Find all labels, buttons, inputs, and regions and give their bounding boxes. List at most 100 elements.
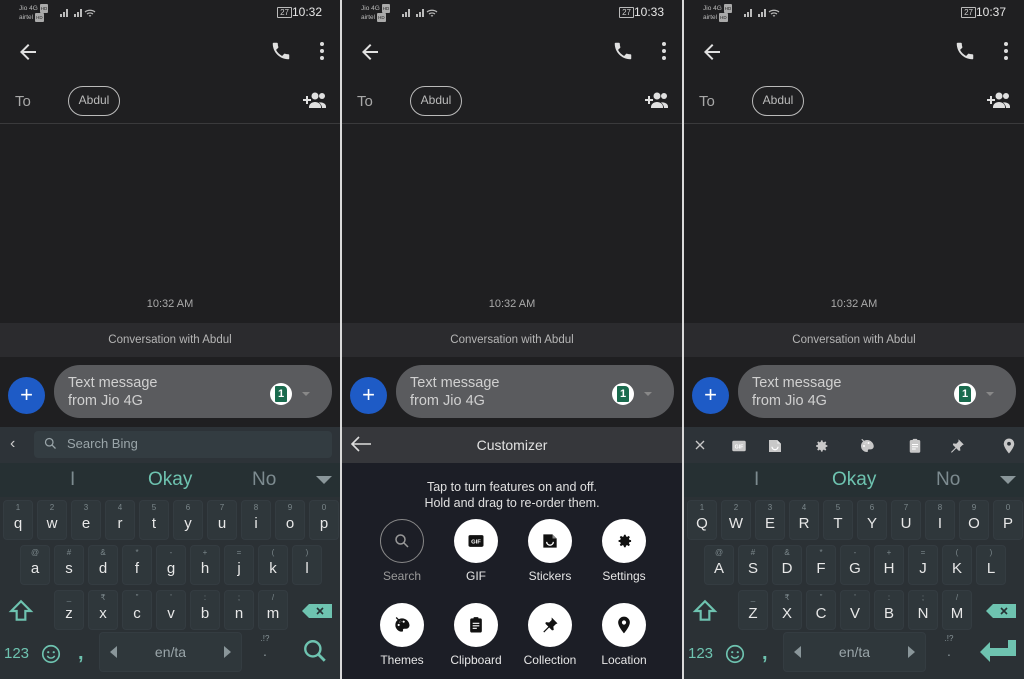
key-k[interactable]: (k	[258, 545, 288, 585]
gear-icon[interactable]	[812, 437, 832, 455]
comma-key[interactable]: ,	[762, 642, 768, 665]
recipient-chip[interactable]: Abdul	[752, 86, 804, 116]
shift-key[interactable]	[692, 598, 718, 624]
key-j[interactable]: = j	[224, 545, 254, 585]
key-G[interactable]: -G	[840, 545, 870, 585]
phone-icon[interactable]	[954, 40, 976, 62]
key-C[interactable]: " C	[806, 590, 836, 630]
key-E[interactable]: 3E	[755, 500, 785, 540]
key-m[interactable]: / m	[258, 590, 288, 630]
key-Y[interactable]: 6Y	[857, 500, 887, 540]
suggestion-1[interactable]: I	[754, 469, 759, 491]
attach-plus-button[interactable]: +	[350, 377, 387, 414]
suggestion-1[interactable]: I	[70, 469, 75, 491]
key-q[interactable]: 1q	[3, 500, 33, 540]
key-O[interactable]: 9O	[959, 500, 989, 540]
feature-stickers[interactable]: Stickers	[510, 519, 590, 583]
numbers-key[interactable]: 123	[4, 645, 29, 662]
key-r[interactable]: 4r	[105, 500, 135, 540]
key-P[interactable]: 0P	[993, 500, 1023, 540]
key-U[interactable]: 7U	[891, 500, 921, 540]
key-b[interactable]: :b	[190, 590, 220, 630]
numbers-key[interactable]: 123	[688, 645, 713, 662]
key-L[interactable]: ) L	[976, 545, 1006, 585]
back-arrow-icon[interactable]	[700, 40, 724, 64]
key-g[interactable]: -g	[156, 545, 186, 585]
key-t[interactable]: 5t	[139, 500, 169, 540]
bing-search-input[interactable]: Search Bing	[34, 431, 332, 458]
back-arrow-icon[interactable]	[16, 40, 40, 64]
key-X[interactable]: ₹ X	[772, 590, 802, 630]
feature-themes[interactable]: Themes	[362, 603, 442, 667]
attach-plus-button[interactable]: +	[692, 377, 729, 414]
key-I[interactable]: 8I	[925, 500, 955, 540]
key-h[interactable]: + h	[190, 545, 220, 585]
add-people-icon[interactable]	[644, 90, 670, 110]
pin-icon[interactable]	[948, 437, 968, 455]
message-input[interactable]: Text message from Jio 4G 1	[738, 365, 1016, 418]
more-vert-icon[interactable]	[660, 40, 668, 62]
key-V[interactable]: ' V	[840, 590, 870, 630]
chevron-down-icon[interactable]	[986, 392, 994, 396]
key-D[interactable]: & D	[772, 545, 802, 585]
key-x[interactable]: ₹ x	[88, 590, 118, 630]
backspace-key[interactable]	[986, 604, 1016, 618]
add-people-icon[interactable]	[986, 90, 1012, 110]
recipient-chip[interactable]: Abdul	[410, 86, 462, 116]
clipboard-icon[interactable]	[906, 437, 926, 455]
key-p[interactable]: 0p	[309, 500, 339, 540]
key-v[interactable]: ' v	[156, 590, 186, 630]
feature-gif[interactable]: GIF GIF	[436, 519, 516, 583]
emoji-key[interactable]	[724, 643, 746, 665]
key-A[interactable]: @ A	[704, 545, 734, 585]
chevron-left-icon[interactable]: ‹	[10, 435, 15, 453]
key-f[interactable]: * f	[122, 545, 152, 585]
key-T[interactable]: 5T	[823, 500, 853, 540]
sim-selector-button[interactable]: 1	[954, 383, 976, 405]
key-i[interactable]: 8i	[241, 500, 271, 540]
key-H[interactable]: + H	[874, 545, 904, 585]
punctuation-key[interactable]: .!?.	[252, 634, 278, 670]
expand-suggestions-icon[interactable]	[1000, 476, 1016, 484]
feature-search[interactable]: Search	[362, 519, 442, 583]
feature-settings[interactable]: Settings	[584, 519, 664, 583]
key-K[interactable]: (K	[942, 545, 972, 585]
emoji-key[interactable]	[40, 643, 62, 665]
sticker-icon[interactable]	[766, 437, 786, 455]
key-d[interactable]: & d	[88, 545, 118, 585]
chevron-down-icon[interactable]	[302, 392, 310, 396]
key-M[interactable]: / M	[942, 590, 972, 630]
key-B[interactable]: :B	[874, 590, 904, 630]
spacebar[interactable]: en/ta	[783, 632, 926, 672]
recipient-chip[interactable]: Abdul	[68, 86, 120, 116]
gif-icon[interactable]: GIF	[730, 437, 750, 455]
close-icon[interactable]	[692, 437, 712, 455]
key-a[interactable]: @ a	[20, 545, 50, 585]
expand-suggestions-icon[interactable]	[316, 476, 332, 484]
spacebar[interactable]: en/ta	[99, 632, 242, 672]
key-S[interactable]: # S	[738, 545, 768, 585]
key-e[interactable]: 3e	[71, 500, 101, 540]
key-Q[interactable]: 1Q	[687, 500, 717, 540]
suggestion-3[interactable]: No	[252, 469, 276, 491]
message-input[interactable]: Text message from Jio 4G 1	[54, 365, 332, 418]
key-F[interactable]: * F	[806, 545, 836, 585]
sim-selector-button[interactable]: 1	[270, 383, 292, 405]
key-w[interactable]: 2w	[37, 500, 67, 540]
key-c[interactable]: " c	[122, 590, 152, 630]
feature-location[interactable]: Location	[584, 603, 664, 667]
backspace-key[interactable]	[302, 604, 332, 618]
chevron-down-icon[interactable]	[644, 392, 652, 396]
message-input[interactable]: Text message from Jio 4G 1	[396, 365, 674, 418]
back-arrow-icon[interactable]	[358, 40, 382, 64]
attach-plus-button[interactable]: +	[8, 377, 45, 414]
key-l[interactable]: ) l	[292, 545, 322, 585]
suggestion-2[interactable]: Okay	[832, 469, 876, 491]
comma-key[interactable]: ,	[78, 642, 84, 665]
phone-icon[interactable]	[270, 40, 292, 62]
more-vert-icon[interactable]	[1002, 40, 1010, 62]
add-people-icon[interactable]	[302, 90, 328, 110]
location-icon[interactable]	[1000, 437, 1020, 455]
key-u[interactable]: 7u	[207, 500, 237, 540]
key-n[interactable]: ; n	[224, 590, 254, 630]
